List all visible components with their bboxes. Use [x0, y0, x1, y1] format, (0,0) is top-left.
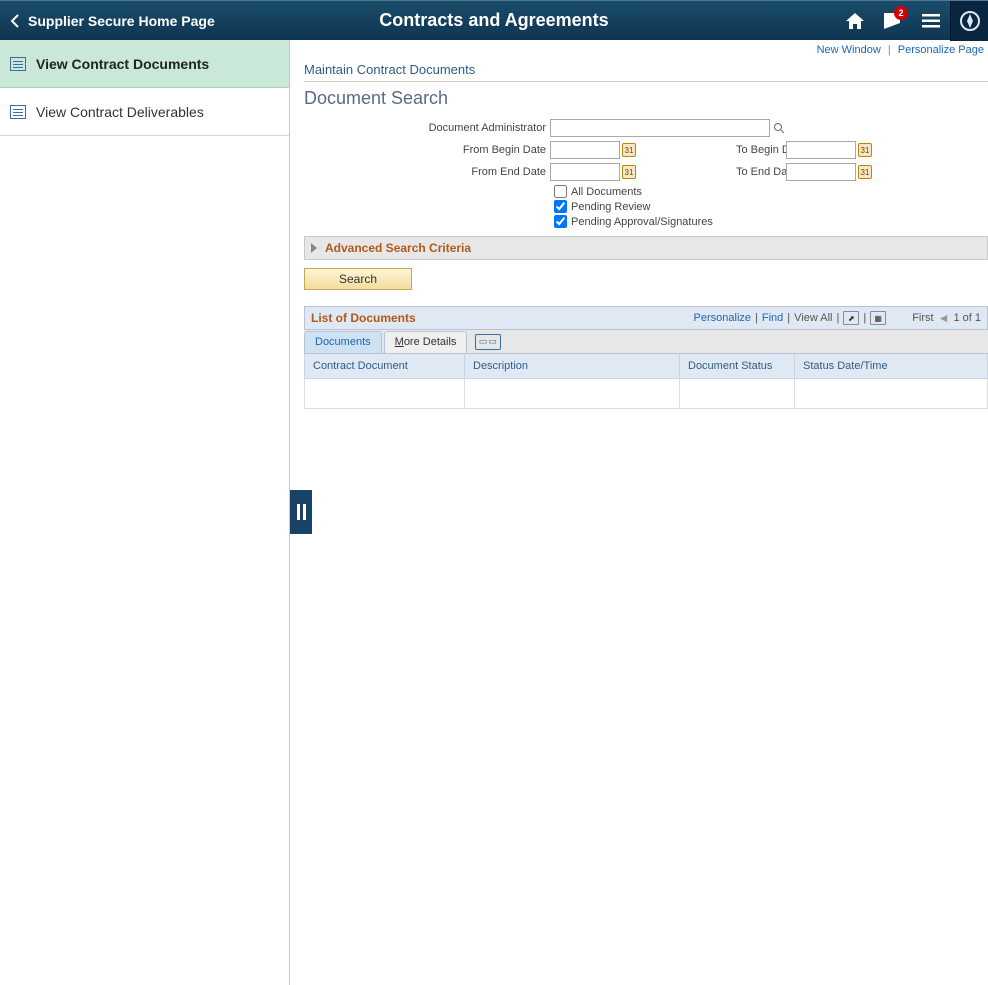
- tab-label: Documents: [315, 336, 371, 348]
- sidebar-item-label: View Contract Documents: [36, 56, 209, 72]
- top-links: New Window | Personalize Page: [290, 40, 988, 56]
- cell-status-datetime: [795, 379, 988, 409]
- horizontal-scrollbar[interactable]: [306, 969, 988, 985]
- tab-more-details[interactable]: More Details: [384, 331, 468, 353]
- document-icon: [10, 105, 26, 119]
- all-documents-label: All Documents: [571, 186, 642, 198]
- to-end-label: To End Date: [636, 166, 786, 178]
- expand-arrow-icon: [311, 243, 317, 253]
- grid-find-link[interactable]: Find: [762, 312, 783, 324]
- grid-personalize-link[interactable]: Personalize: [694, 312, 751, 324]
- from-begin-label: From Begin Date: [304, 144, 550, 156]
- content-area: New Window | Personalize Page Maintain C…: [290, 40, 988, 985]
- advanced-search-label: Advanced Search Criteria: [325, 241, 471, 255]
- pending-approval-checkbox[interactable]: [554, 215, 567, 228]
- separator: |: [884, 44, 895, 56]
- advanced-search-toggle[interactable]: Advanced Search Criteria: [304, 236, 988, 260]
- component-title: Maintain Contract Documents: [304, 62, 988, 77]
- show-all-columns-icon[interactable]: ▭▭: [475, 334, 501, 350]
- to-begin-label: To Begin Date: [636, 144, 786, 156]
- home-icon[interactable]: [836, 1, 874, 41]
- tab-label: More Details: [395, 336, 457, 348]
- calendar-icon[interactable]: 31: [858, 143, 872, 157]
- zoom-icon[interactable]: ⬈: [843, 311, 859, 325]
- cell-document-status: [680, 379, 795, 409]
- calendar-icon[interactable]: 31: [622, 165, 636, 179]
- all-documents-checkbox[interactable]: [554, 185, 567, 198]
- grid-view-all[interactable]: View All: [794, 312, 832, 324]
- pending-review-label: Pending Review: [571, 201, 651, 213]
- search-button[interactable]: Search: [304, 268, 412, 290]
- prev-arrow-icon[interactable]: ◄: [938, 311, 950, 325]
- notification-badge: 2: [894, 6, 908, 20]
- col-status-datetime[interactable]: Status Date/Time: [795, 354, 988, 379]
- top-banner: Supplier Secure Home Page Contracts and …: [0, 0, 988, 40]
- lookup-icon[interactable]: [772, 121, 786, 135]
- banner-icons: 2: [836, 1, 988, 40]
- from-end-date-input[interactable]: [550, 163, 620, 181]
- calendar-icon[interactable]: 31: [622, 143, 636, 157]
- compass-icon[interactable]: [950, 1, 988, 41]
- sidebar-item-view-contract-documents[interactable]: View Contract Documents: [0, 40, 289, 88]
- download-icon[interactable]: ▦: [870, 311, 886, 325]
- col-document-status[interactable]: Document Status: [680, 354, 795, 379]
- col-contract-document[interactable]: Contract Document: [305, 354, 465, 379]
- documents-grid: Contract Document Description Document S…: [304, 354, 988, 409]
- sidebar: View Contract Documents View Contract De…: [0, 40, 290, 985]
- grid-tabs: Documents More Details ▭▭: [304, 330, 988, 354]
- sidebar-item-label: View Contract Deliverables: [36, 104, 204, 120]
- pause-bars-icon: [297, 504, 306, 520]
- doc-admin-label: Document Administrator: [304, 122, 550, 134]
- grid-pager: 1 of 1: [953, 312, 981, 324]
- menu-icon[interactable]: [912, 1, 950, 41]
- section-heading: Document Search: [304, 81, 988, 109]
- personalize-page-link[interactable]: Personalize Page: [898, 44, 984, 56]
- new-window-link[interactable]: New Window: [817, 44, 881, 56]
- grid-title: List of Documents: [311, 311, 416, 325]
- document-icon: [10, 57, 26, 71]
- doc-admin-input[interactable]: [550, 119, 770, 137]
- cell-contract-document: [305, 379, 465, 409]
- breadcrumb[interactable]: Supplier Secure Home Page: [24, 13, 215, 29]
- cell-description: [465, 379, 680, 409]
- grid-header-bar: List of Documents Personalize | Find | V…: [304, 306, 988, 330]
- to-end-date-input[interactable]: [786, 163, 856, 181]
- from-begin-date-input[interactable]: [550, 141, 620, 159]
- grid-first[interactable]: First: [912, 312, 933, 324]
- notifications-icon[interactable]: 2: [874, 1, 912, 41]
- calendar-icon[interactable]: 31: [858, 165, 872, 179]
- back-arrow-icon[interactable]: [0, 14, 24, 28]
- pending-approval-label: Pending Approval/Signatures: [571, 216, 713, 228]
- col-description[interactable]: Description: [465, 354, 680, 379]
- sidebar-collapse-handle[interactable]: [290, 490, 312, 534]
- pending-review-checkbox[interactable]: [554, 200, 567, 213]
- from-end-label: From End Date: [304, 166, 550, 178]
- search-form: Document Administrator From Begin Date 3…: [304, 119, 988, 306]
- sidebar-item-view-contract-deliverables[interactable]: View Contract Deliverables: [0, 88, 289, 136]
- to-begin-date-input[interactable]: [786, 141, 856, 159]
- tab-documents[interactable]: Documents: [304, 331, 382, 353]
- table-row: [305, 379, 988, 409]
